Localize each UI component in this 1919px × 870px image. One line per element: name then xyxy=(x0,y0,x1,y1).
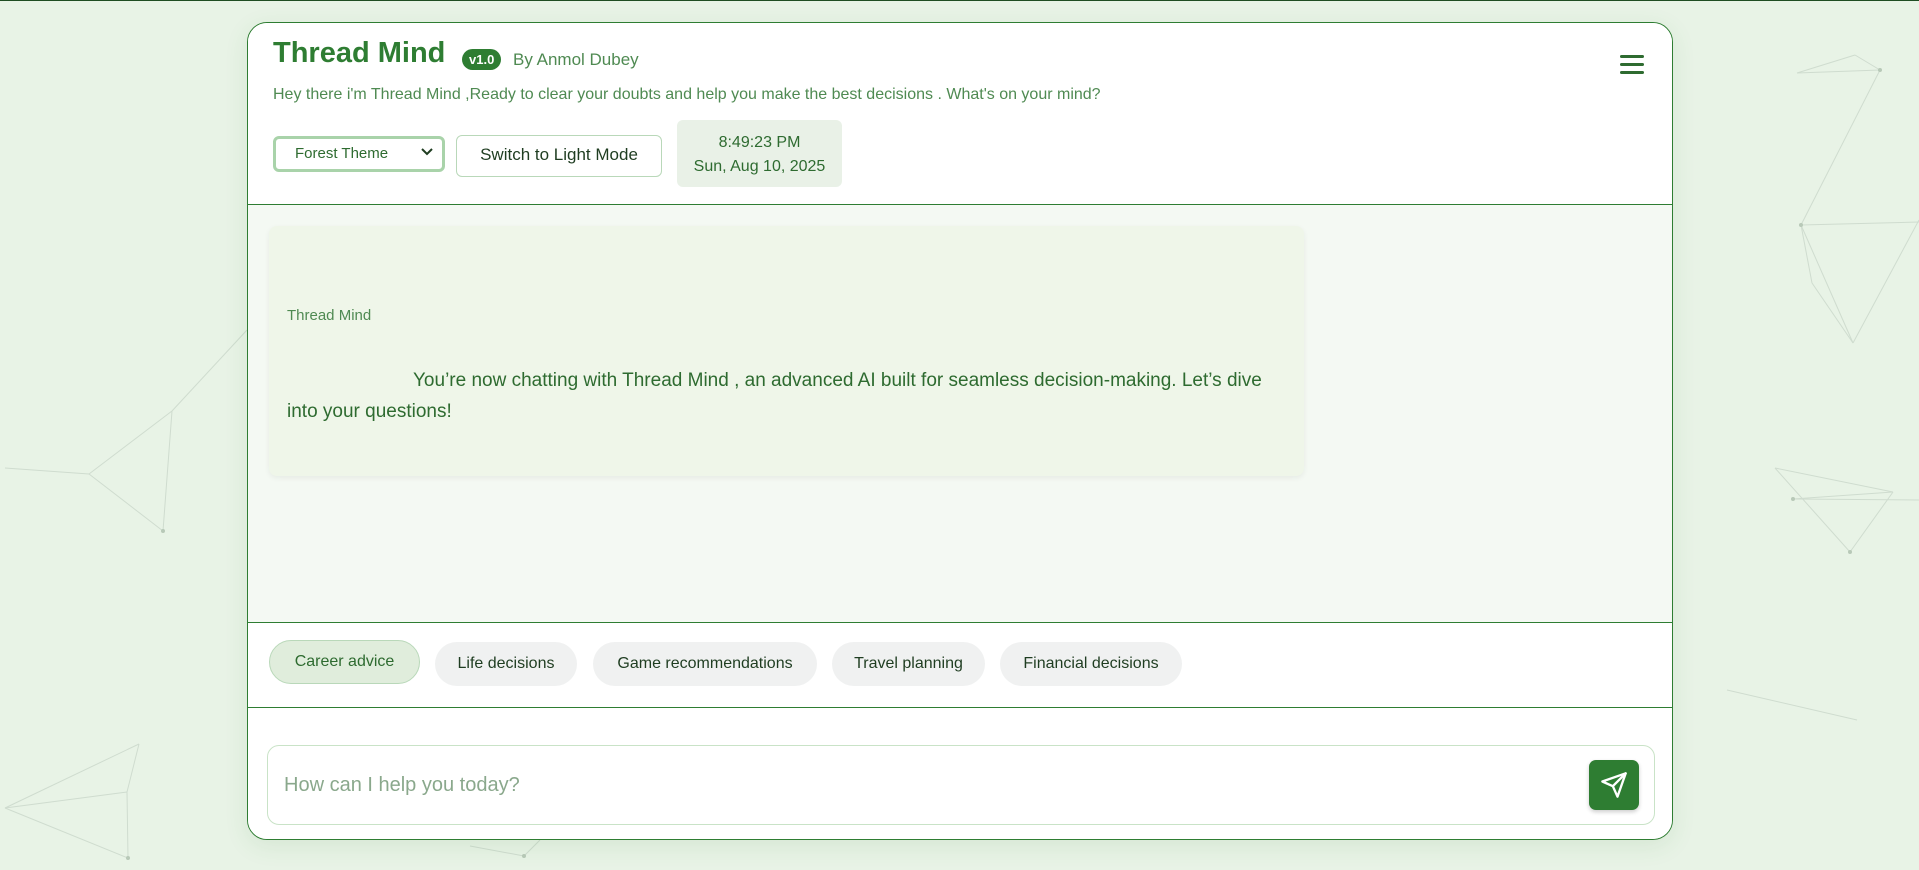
switch-mode-button[interactable]: Switch to Light Mode xyxy=(456,135,662,177)
clock-time: 8:49:23 PM xyxy=(718,134,801,151)
send-button[interactable] xyxy=(1589,760,1639,810)
suggestion-chip-financial-decisions[interactable]: Financial decisions xyxy=(1000,642,1182,686)
suggestion-chip-game-recommendations[interactable]: Game recommendations xyxy=(593,642,817,686)
message-input[interactable] xyxy=(282,764,1586,806)
app-title: Thread Mind xyxy=(273,37,446,69)
send-icon xyxy=(1601,772,1627,798)
composer-area xyxy=(248,708,1672,839)
app-window: Thread Mind v1.0 By Anmol Dubey Hey ther… xyxy=(247,22,1673,840)
header: Thread Mind v1.0 By Anmol Dubey Hey ther… xyxy=(248,23,1672,205)
chevron-down-icon xyxy=(421,148,433,156)
message-input-box xyxy=(267,745,1655,825)
tagline: Hey there i'm Thread Mind ,Ready to clea… xyxy=(273,86,1101,103)
hamburger-menu-icon[interactable] xyxy=(1618,53,1646,77)
assistant-message-bubble: Thread Mind You’re now chatting with Thr… xyxy=(269,226,1304,476)
suggestion-chip-travel-planning[interactable]: Travel planning xyxy=(832,642,985,686)
theme-select[interactable]: Forest Theme xyxy=(273,136,445,172)
suggestion-bar: Career advice Life decisions Game recomm… xyxy=(248,622,1672,708)
suggestion-chip-life-decisions[interactable]: Life decisions xyxy=(435,642,577,686)
message-text: You’re now chatting with Thread Mind , a… xyxy=(287,370,1262,422)
version-badge: v1.0 xyxy=(462,49,502,70)
clock-widget: 8:49:23 PM Sun, Aug 10, 2025 xyxy=(677,120,842,187)
theme-select-value: Forest Theme xyxy=(295,145,389,162)
suggestion-chip-career-advice[interactable]: Career advice xyxy=(269,640,420,684)
message-sender: Thread Mind xyxy=(287,307,372,324)
chat-area: Thread Mind You’re now chatting with Thr… xyxy=(248,205,1672,622)
author-byline: By Anmol Dubey xyxy=(513,50,639,69)
clock-date: Sun, Aug 10, 2025 xyxy=(693,158,826,175)
